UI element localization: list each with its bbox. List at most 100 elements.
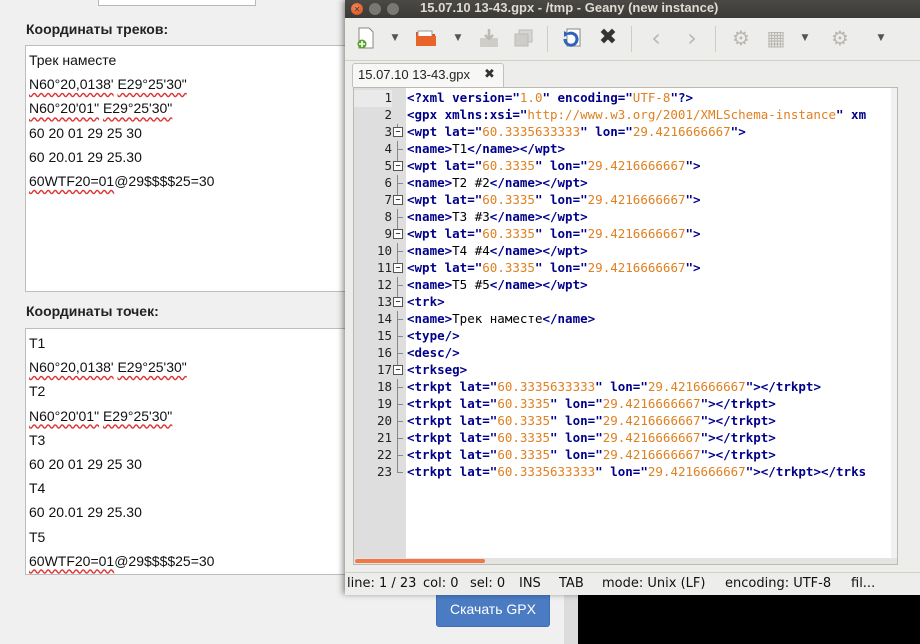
fold-line xyxy=(392,447,406,464)
close-file-button[interactable]: ✖ xyxy=(597,27,619,49)
code-editor[interactable]: 1 2 3 4 5 6 7 8 9 10 11 12 13 14 15 16 17 18 19 20 21 22 23 − −… xyxy=(353,87,898,565)
status-sel: sel: 0 xyxy=(470,576,506,591)
gears-icon: ⚙ xyxy=(831,26,849,50)
title-bar[interactable]: ✕ 15.07.10 13-43.gpx - /tmp - Geany (new… xyxy=(345,0,920,18)
brick-icon: ▦ xyxy=(766,26,786,50)
reload-icon xyxy=(563,28,581,47)
line-number: 15 xyxy=(376,328,392,343)
reload-button[interactable] xyxy=(561,27,583,49)
code-line: <type/> xyxy=(407,328,460,343)
save-button[interactable] xyxy=(478,27,500,49)
top-input-field[interactable] xyxy=(98,0,256,6)
window-minimize-button[interactable] xyxy=(369,3,381,15)
line-number: 20 xyxy=(376,413,392,428)
horizontal-scrollbar[interactable] xyxy=(354,558,897,564)
line-number: 13 xyxy=(376,294,392,309)
close-icon: ✕ xyxy=(353,4,361,14)
fold-line xyxy=(392,277,406,294)
line-number: 12 xyxy=(376,277,392,292)
fold-toggle[interactable]: − xyxy=(392,260,406,277)
tracks-section-title: Координаты треков: xyxy=(26,21,169,37)
points-section-title: Координаты точек: xyxy=(26,303,159,319)
line-number-gutter: 1 2 3 4 5 6 7 8 9 10 11 12 13 14 15 16 17 18 19 20 21 22 23 − −… xyxy=(354,88,406,564)
code-line: <trk> xyxy=(407,294,445,309)
open-file-button[interactable] xyxy=(415,27,437,49)
window-maximize-button[interactable] xyxy=(387,3,399,15)
status-line: line: 1 / 23 xyxy=(347,576,417,591)
execute-button[interactable]: ⚙ xyxy=(829,27,851,49)
toolbar-overflow-button[interactable]: ▼ xyxy=(876,29,886,47)
horizontal-scrollbar-thumb[interactable] xyxy=(355,559,485,563)
window-close-button[interactable]: ✕ xyxy=(351,3,363,15)
compile-button[interactable]: ⚙ xyxy=(730,27,752,49)
status-bar: line: 1 / 23 col: 0 sel: 0 INS TAB mode:… xyxy=(345,572,920,595)
code-line: <?xml version="1.0" encoding="UTF-8"?> xyxy=(407,90,694,105)
line-number: 19 xyxy=(376,396,392,411)
code-area[interactable]: <?xml version="1.0" encoding="UTF-8"?> <g… xyxy=(407,90,897,481)
save-all-button[interactable] xyxy=(513,27,535,49)
chevron-down-icon: ▼ xyxy=(454,33,462,43)
code-line: <trkseg> xyxy=(407,362,468,377)
vertical-scrollbar[interactable] xyxy=(891,88,897,564)
line-number: 8 xyxy=(384,209,392,224)
line-number: 18 xyxy=(376,379,392,394)
line-number: 22 xyxy=(376,447,392,462)
document-tabbar: 15.07.10 13-43.gpx ✖ xyxy=(345,61,920,87)
status-col: col: 0 xyxy=(423,576,459,591)
back-button[interactable]: ‹ xyxy=(645,26,667,50)
save-all-icon xyxy=(514,29,533,47)
fold-line xyxy=(392,311,406,328)
code-line: <trkpt lat="60.3335" lon="29.4216666667"… xyxy=(407,447,776,462)
line-number: 7 xyxy=(384,192,392,207)
build-button[interactable]: ▦ xyxy=(765,27,787,49)
new-file-dropdown[interactable]: ▼ xyxy=(390,29,400,47)
tab-close-icon[interactable]: ✖ xyxy=(484,67,495,82)
code-line: <name>T1</name></wpt> xyxy=(407,141,566,156)
open-file-dropdown[interactable]: ▼ xyxy=(453,29,463,47)
save-icon xyxy=(480,29,498,47)
forward-button[interactable]: › xyxy=(681,26,703,50)
new-file-icon xyxy=(357,27,374,49)
chevron-down-icon: ▼ xyxy=(801,33,809,43)
chevron-down-icon: ▼ xyxy=(877,33,885,43)
fold-toggle[interactable]: − xyxy=(392,158,406,175)
tab-document[interactable]: 15.07.10 13-43.gpx ✖ xyxy=(352,63,504,87)
status-mode: mode: Unix (LF) xyxy=(602,576,706,591)
window-title: 15.07.10 13-43.gpx - /tmp - Geany (new i… xyxy=(420,0,719,15)
line-number: 14 xyxy=(376,311,392,326)
line-number: 16 xyxy=(376,345,392,360)
code-line: <wpt lat="60.3335" lon="29.4216666667"> xyxy=(407,226,701,241)
fold-toggle[interactable]: − xyxy=(392,192,406,209)
code-line: <trkpt lat="60.3335633333" lon="29.42166… xyxy=(407,379,821,394)
new-file-button[interactable] xyxy=(355,27,377,49)
toolbar: ▼ ▼ ✖ ‹ › ⚙ ▦ ▼ ⚙ ▼ xyxy=(345,18,920,61)
download-gpx-button[interactable]: Скачать GPX xyxy=(436,591,550,627)
code-line: <trkpt lat="60.3335" lon="29.4216666667"… xyxy=(407,396,776,411)
line-number: 6 xyxy=(384,175,392,190)
toolbar-separator xyxy=(547,26,548,52)
open-folder-icon xyxy=(416,30,436,46)
code-line: <trkpt lat="60.3335" lon="29.4216666667"… xyxy=(407,413,776,428)
code-line: <name>T5 #5</name></wpt> xyxy=(407,277,588,292)
fold-line xyxy=(392,345,406,362)
code-line: <name>T3 #3</name></wpt> xyxy=(407,209,588,224)
code-line: <wpt lat="60.3335" lon="29.4216666667"> xyxy=(407,260,701,275)
fold-line xyxy=(392,464,406,481)
tab-label: 15.07.10 13-43.gpx xyxy=(358,67,471,82)
close-icon: ✖ xyxy=(598,25,618,50)
build-dropdown[interactable]: ▼ xyxy=(800,29,810,47)
fold-toggle[interactable]: − xyxy=(392,124,406,141)
gear-icon: ⚙ xyxy=(732,26,750,50)
fold-toggle[interactable]: − xyxy=(392,226,406,243)
chevron-down-icon: ▼ xyxy=(391,33,399,43)
fold-line xyxy=(392,379,406,396)
toolbar-separator xyxy=(715,26,716,52)
fold-line xyxy=(392,107,406,124)
code-line: <wpt lat="60.3335633333" lon="29.4216666… xyxy=(407,124,746,139)
code-line: <trkpt lat="60.3335" lon="29.4216666667"… xyxy=(407,430,776,445)
fold-line xyxy=(392,141,406,158)
fold-margin[interactable]: − − − − − − − xyxy=(392,90,406,481)
line-number: 9 xyxy=(384,226,392,241)
fold-toggle[interactable]: − xyxy=(392,294,406,311)
fold-toggle[interactable]: − xyxy=(392,362,406,379)
